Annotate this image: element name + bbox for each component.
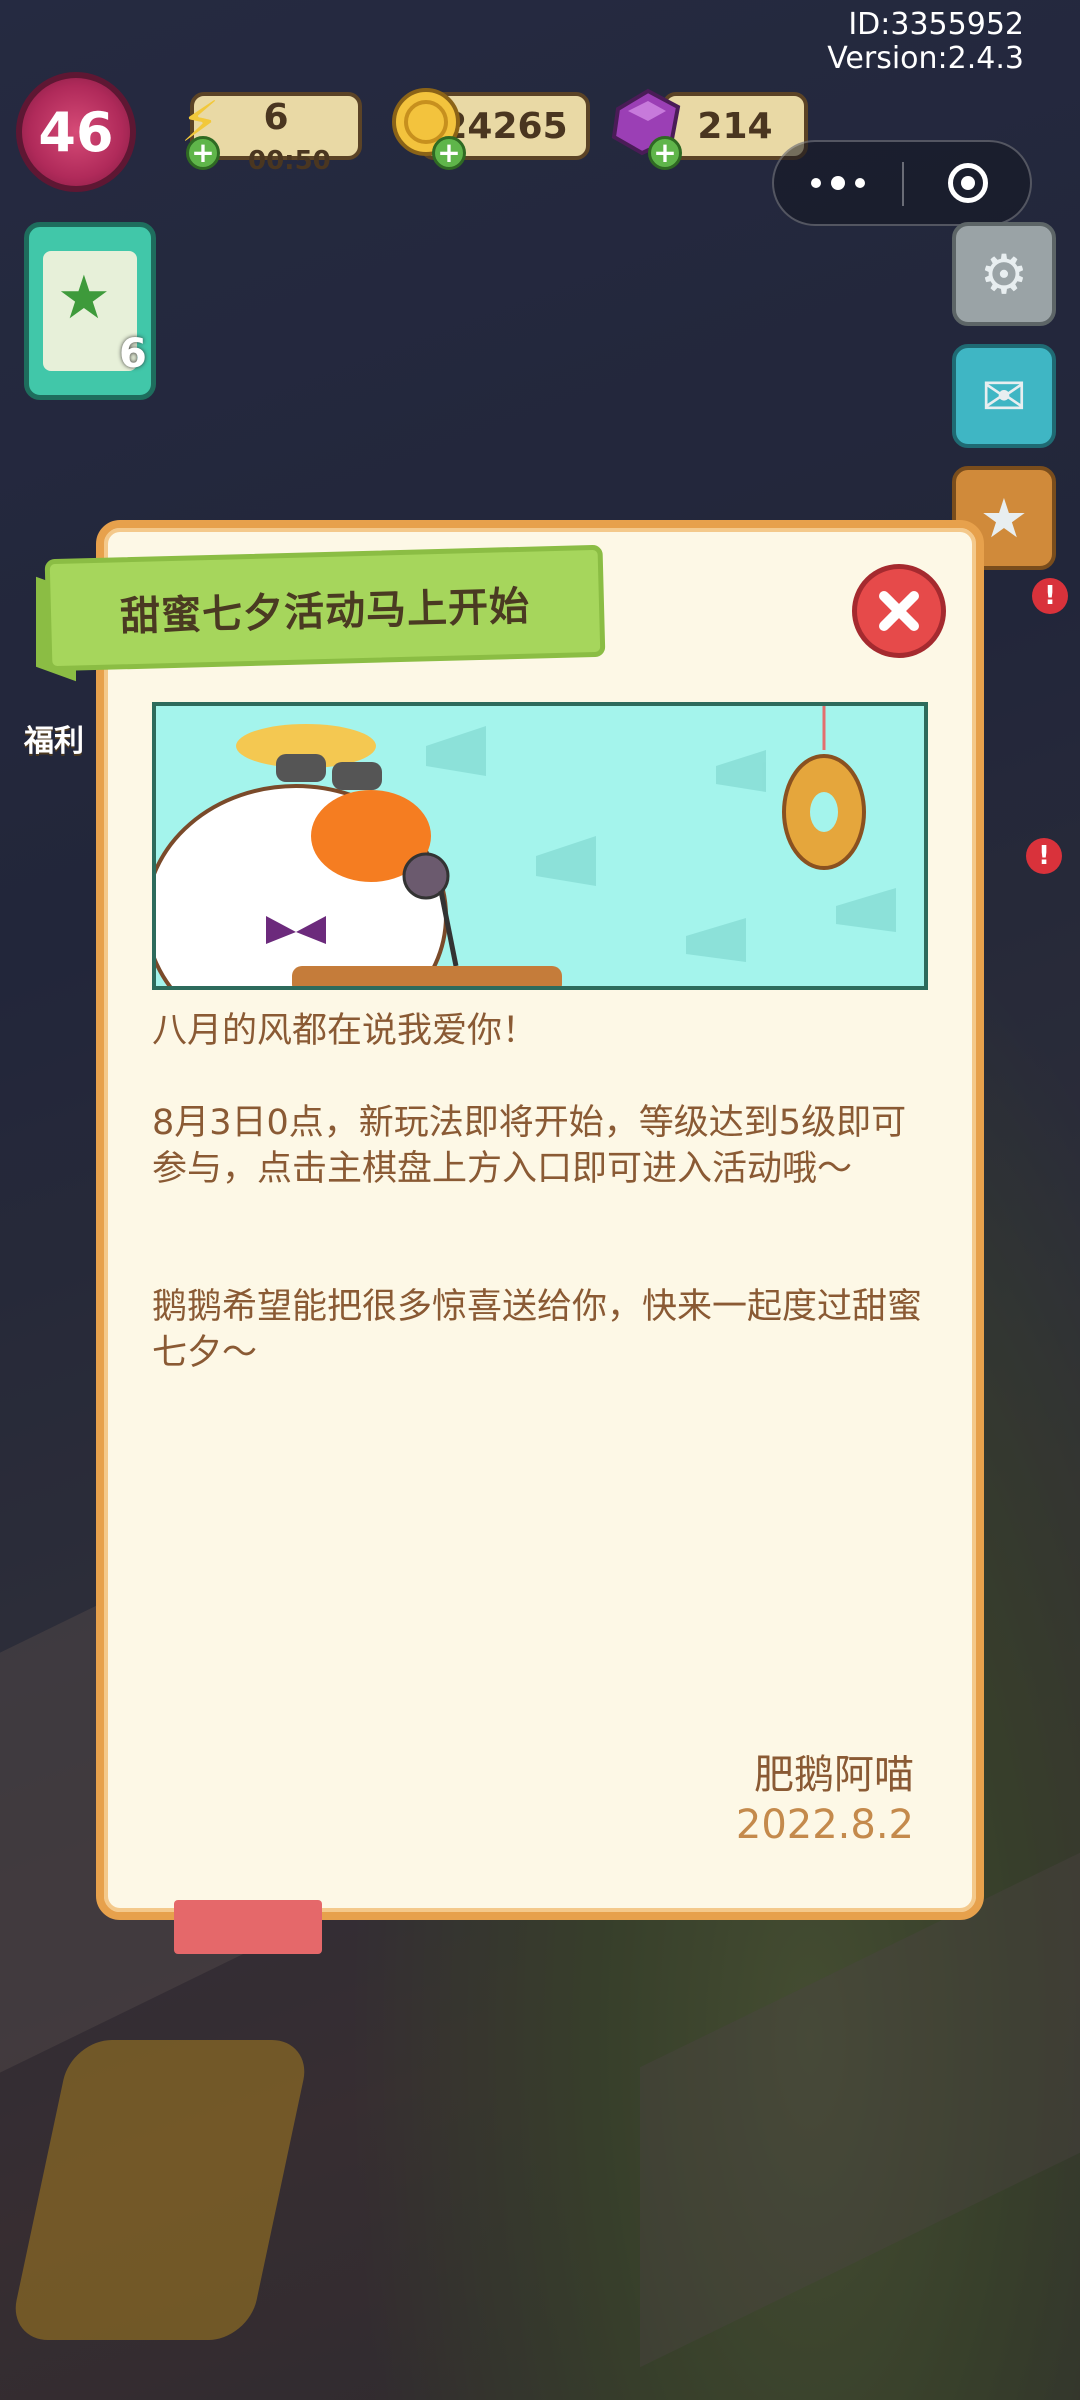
level-value: 46 xyxy=(38,100,114,164)
task-card[interactable]: ★ 6 xyxy=(24,222,156,400)
dialog-title: 甜蜜七夕活动马上开始 xyxy=(119,583,531,641)
level-badge[interactable]: 46 xyxy=(16,72,136,192)
dialog-ribbon xyxy=(174,1900,322,1954)
welfare-label[interactable]: 福利 xyxy=(24,716,84,760)
alert-badge: ! xyxy=(1026,838,1062,874)
dialog-paragraph-1: 八月的风都在说我爱你！ xyxy=(152,1011,538,1051)
signature: 肥鹅阿喵 xyxy=(754,1752,914,1798)
more-dots-icon[interactable] xyxy=(774,142,902,224)
mail-icon[interactable]: ✉ xyxy=(952,344,1056,448)
close-button[interactable] xyxy=(852,564,946,658)
player-id: ID:3355952 xyxy=(848,7,1024,42)
gem-value: 214 xyxy=(697,105,773,147)
task-count: 6 xyxy=(119,331,147,377)
alert-badge: ! xyxy=(1032,578,1068,614)
add-coin-button[interactable]: + xyxy=(432,136,466,170)
event-hero-image xyxy=(152,702,928,990)
build-info: ID:3355952 Version:2.4.3 xyxy=(827,8,1024,76)
dialog-paragraph-3: 鹅鹅希望能把很多惊喜送给你，快来一起度过甜蜜七夕～ xyxy=(152,1287,923,1373)
close-icon xyxy=(879,591,919,631)
dialog-paragraph-2: 8月3日0点，新玩法即将开始，等级达到5级即可参与，点击主棋盘上方入口即可进入活… xyxy=(152,1103,907,1189)
app-version: Version:2.4.3 xyxy=(827,41,1024,76)
energy-value: 6 xyxy=(263,96,289,138)
target-icon[interactable] xyxy=(904,142,1032,224)
miniprogram-capsule xyxy=(772,140,1032,226)
add-gem-button[interactable]: + xyxy=(648,136,682,170)
energy-timer: 00:50 xyxy=(248,146,331,176)
gear-icon[interactable]: ⚙ xyxy=(952,222,1056,326)
dialog-title-banner: 甜蜜七夕活动马上开始 xyxy=(44,544,606,672)
add-energy-button[interactable]: + xyxy=(186,136,220,170)
star-icon: ★ xyxy=(57,263,111,333)
signature-date: 2022.8.2 xyxy=(735,1802,914,1848)
